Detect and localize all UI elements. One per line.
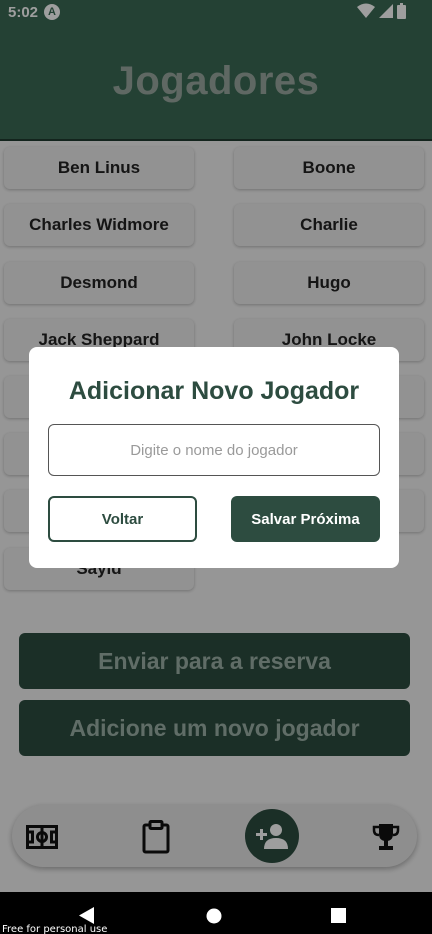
watermark-text: Free for personal use <box>2 924 108 934</box>
recents-square-icon[interactable] <box>331 908 346 923</box>
dialog-title: Adicionar Novo Jogador <box>68 377 360 405</box>
save-next-button[interactable]: Salvar Próxima <box>231 496 380 542</box>
back-triangle-icon[interactable] <box>79 907 95 924</box>
home-circle-icon[interactable] <box>206 908 222 924</box>
back-button[interactable]: Voltar <box>48 496 197 542</box>
player-name-input[interactable] <box>48 424 380 476</box>
add-player-dialog: Adicionar Novo Jogador Voltar Salvar Pró… <box>29 347 399 568</box>
